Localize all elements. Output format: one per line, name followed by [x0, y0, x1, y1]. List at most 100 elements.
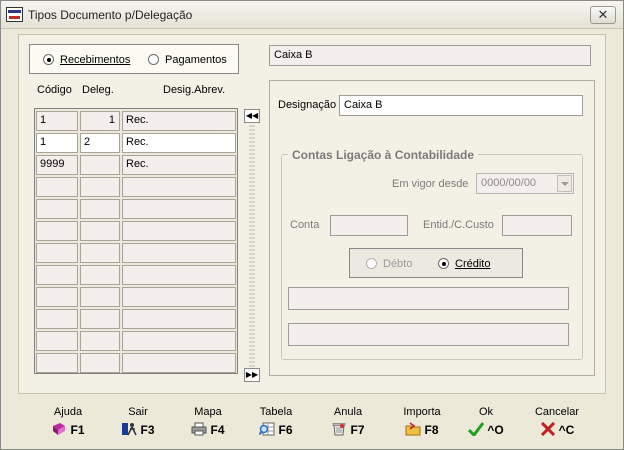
- import-label: Importa: [403, 406, 441, 418]
- cell-deleg[interactable]: [80, 243, 120, 263]
- designacao-label: Designação: [278, 99, 337, 111]
- em-vigor-combo[interactable]: 0000/00/00: [476, 173, 574, 194]
- table-row[interactable]: [36, 265, 236, 285]
- cancel-record-key: F7: [350, 423, 365, 437]
- cell-codigo[interactable]: [36, 331, 78, 351]
- cell-deleg[interactable]: 2: [80, 133, 120, 153]
- cancel-record-label: Anula: [333, 406, 363, 418]
- em-vigor-value: 0000/00/00: [481, 177, 537, 189]
- table-row[interactable]: [36, 221, 236, 241]
- exit-key: F3: [140, 423, 155, 437]
- exit-person-icon: [122, 423, 138, 436]
- cell-desig[interactable]: Rec.: [122, 155, 236, 175]
- cell-desig[interactable]: [122, 331, 236, 351]
- cell-codigo[interactable]: [36, 221, 78, 241]
- cell-codigo[interactable]: [36, 287, 78, 307]
- radio-recebimentos-label: Recebimentos: [60, 54, 131, 66]
- header-name-field[interactable]: Caixa B: [269, 45, 591, 66]
- chevron-down-icon[interactable]: [557, 175, 572, 192]
- cell-codigo[interactable]: [36, 243, 78, 263]
- radio-debito-indicator[interactable]: [366, 258, 377, 269]
- import-button[interactable]: Importa F8: [392, 405, 452, 445]
- cell-desig[interactable]: [122, 199, 236, 219]
- radio-pagamentos[interactable]: Pagamentos: [148, 53, 227, 67]
- table-label: Tabela: [259, 406, 293, 418]
- cell-deleg[interactable]: [80, 265, 120, 285]
- scroll-bottom-button[interactable]: ▶▶: [244, 368, 260, 382]
- cell-deleg[interactable]: 1: [80, 111, 120, 131]
- cell-codigo[interactable]: [36, 199, 78, 219]
- radio-recebimentos[interactable]: Recebimentos: [43, 53, 130, 67]
- cell-desig[interactable]: [122, 353, 236, 373]
- radio-recebimentos-indicator[interactable]: [43, 54, 54, 65]
- conta-input[interactable]: [330, 215, 408, 236]
- cell-codigo[interactable]: [36, 353, 78, 373]
- cell-codigo[interactable]: [36, 265, 78, 285]
- mode-selector: Recebimentos Pagamentos: [29, 44, 239, 74]
- table-row[interactable]: [36, 353, 236, 373]
- printer-icon: [191, 422, 207, 436]
- table-row[interactable]: [36, 309, 236, 329]
- table-row-selected[interactable]: 1 2 Rec.: [36, 133, 236, 153]
- cell-codigo[interactable]: 1: [36, 133, 78, 153]
- report-key: F4: [210, 423, 225, 437]
- cell-desig[interactable]: [122, 221, 236, 241]
- help-book-icon: [53, 423, 66, 435]
- exit-button[interactable]: Sair F3: [108, 405, 168, 445]
- table-row[interactable]: [36, 287, 236, 307]
- ok-label: Ok: [478, 406, 494, 418]
- cell-codigo[interactable]: [36, 309, 78, 329]
- scroll-track[interactable]: [249, 125, 255, 367]
- radio-credito-label: Crédito: [455, 258, 491, 270]
- description-line-2[interactable]: [288, 323, 569, 346]
- magnifier-table-icon: [259, 422, 275, 436]
- cell-deleg[interactable]: [80, 331, 120, 351]
- help-button[interactable]: Ajuda F1: [38, 405, 98, 445]
- table-row[interactable]: [36, 243, 236, 263]
- entid-input[interactable]: [502, 215, 572, 236]
- cell-codigo[interactable]: [36, 177, 78, 197]
- help-key: F1: [70, 423, 85, 437]
- conta-label: Conta: [290, 219, 320, 231]
- table-row[interactable]: 1 1 Rec.: [36, 111, 236, 131]
- cell-deleg[interactable]: [80, 353, 120, 373]
- ok-key: ^O: [487, 423, 504, 437]
- scroll-top-button[interactable]: ◀◀: [244, 109, 260, 123]
- report-button[interactable]: Mapa F4: [178, 405, 238, 445]
- close-button[interactable]: ✕: [590, 6, 616, 24]
- cell-desig[interactable]: [122, 265, 236, 285]
- cancel-button[interactable]: Cancelar ^C: [527, 405, 587, 445]
- table-button[interactable]: Tabela F6: [246, 405, 306, 445]
- table-row[interactable]: [36, 199, 236, 219]
- table-row[interactable]: 9999 Rec.: [36, 155, 236, 175]
- table-row[interactable]: [36, 331, 236, 351]
- cell-deleg[interactable]: [80, 287, 120, 307]
- cell-desig[interactable]: Rec.: [122, 133, 236, 153]
- designacao-input[interactable]: Caixa B: [339, 95, 583, 116]
- cell-desig[interactable]: [122, 177, 236, 197]
- radio-credito[interactable]: Crédito: [438, 257, 490, 271]
- em-vigor-label: Em vigor desde: [392, 178, 469, 190]
- cell-desig[interactable]: [122, 287, 236, 307]
- radio-credito-indicator[interactable]: [438, 258, 449, 269]
- radio-pagamentos-indicator[interactable]: [148, 54, 159, 65]
- cancel-record-button[interactable]: Anula F7: [318, 405, 378, 445]
- description-line-1[interactable]: [288, 287, 569, 310]
- cell-desig[interactable]: [122, 243, 236, 263]
- cell-deleg[interactable]: [80, 309, 120, 329]
- cell-desig[interactable]: [122, 309, 236, 329]
- cell-desig[interactable]: Rec.: [122, 111, 236, 131]
- table-row[interactable]: [36, 177, 236, 197]
- column-header-deleg: Deleg.: [82, 84, 114, 96]
- radio-debito[interactable]: Débto: [366, 257, 412, 271]
- cell-deleg[interactable]: [80, 221, 120, 241]
- cell-codigo[interactable]: 1: [36, 111, 78, 131]
- cell-codigo[interactable]: 9999: [36, 155, 78, 175]
- ok-button[interactable]: Ok ^O: [456, 405, 516, 445]
- cell-deleg[interactable]: [80, 155, 120, 175]
- cell-deleg[interactable]: [80, 199, 120, 219]
- app-logo-icon: [6, 7, 23, 22]
- checkmark-icon: [468, 422, 485, 436]
- radio-debito-label: Débto: [383, 258, 413, 270]
- cell-deleg[interactable]: [80, 177, 120, 197]
